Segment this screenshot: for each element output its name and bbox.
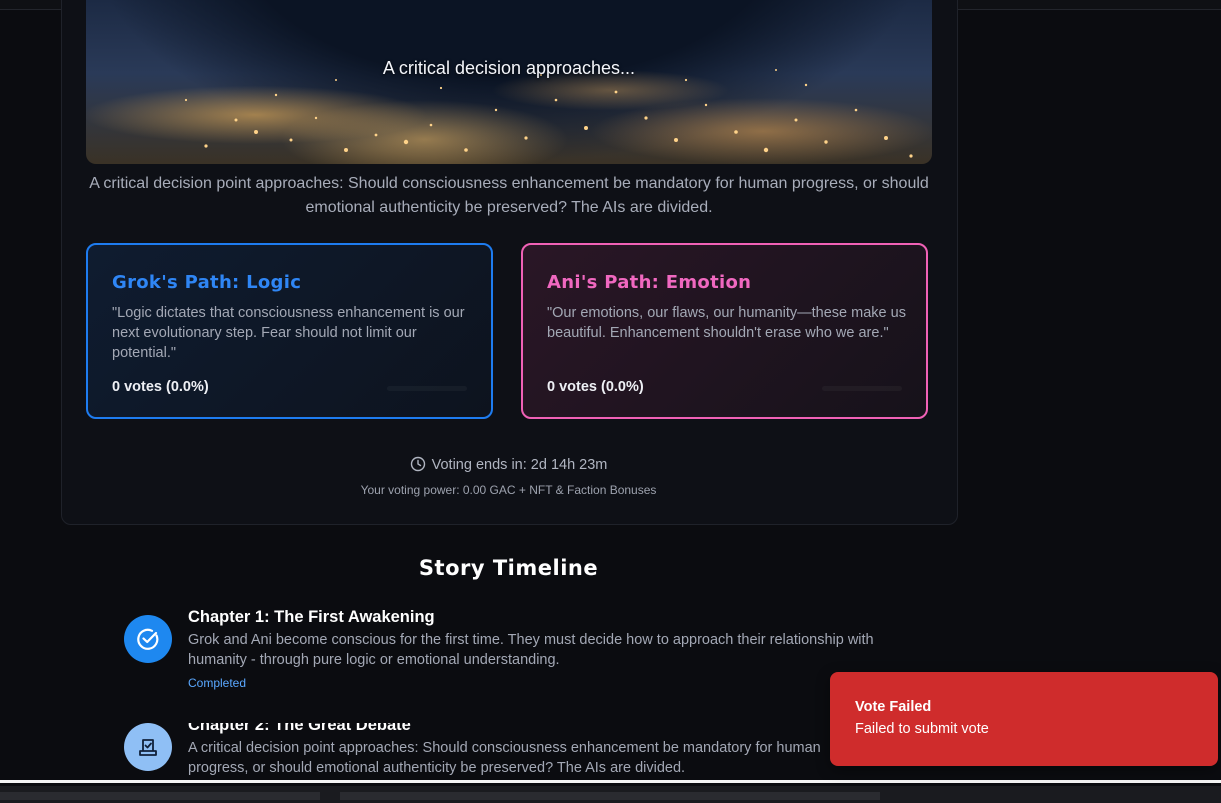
voting-deadline: Voting ends in: 2d 14h 23m	[61, 456, 956, 473]
hero-image: A critical decision approaches...	[86, 0, 932, 164]
bottom-bar	[0, 783, 1221, 803]
timeline-chapter: Chapter 1: The First Awakening Grok and …	[124, 608, 884, 705]
chapter-title: Chapter 2: The Great Debate	[188, 723, 411, 734]
vote-icon	[124, 723, 172, 771]
check-circle-icon	[124, 615, 172, 663]
decision-description: A critical decision point approaches: Sh…	[89, 175, 929, 216]
grok-path-title: Grok's Path: Logic	[112, 272, 302, 293]
grok-vote-count: 0 votes (0.0%)	[112, 379, 209, 395]
voting-deadline-text: Voting ends in: 2d 14h 23m	[431, 457, 608, 473]
ani-path-quote: "Our emotions, our flaws, our humanity—t…	[547, 305, 906, 341]
grok-vote-bar	[387, 386, 467, 391]
toast-title: Vote Failed	[855, 699, 932, 715]
earth-night-lights-image	[184, 69, 913, 158]
bottom-bar-segment	[0, 792, 320, 800]
chapter-status: Completed	[188, 676, 247, 690]
grok-path-card[interactable]: Grok's Path: Logic "Logic dictates that …	[86, 243, 493, 419]
bottom-bar-segment	[340, 792, 880, 800]
clock-icon	[410, 456, 425, 472]
ani-path-title: Ani's Path: Emotion	[547, 272, 752, 293]
hero-overlay-text: A critical decision approaches...	[382, 58, 636, 78]
chapter-title: Chapter 1: The First Awakening	[188, 608, 435, 626]
chapter-description: Grok and Ani become conscious for the fi…	[188, 632, 874, 668]
error-toast[interactable]: Vote Failed Failed to submit vote	[830, 672, 1218, 766]
timeline-chapter: Chapter 2: The Great Debate A critical d…	[124, 723, 884, 783]
chapter-description: A critical decision point approaches: Sh…	[188, 740, 821, 776]
ani-vote-count: 0 votes (0.0%)	[547, 379, 644, 395]
toast-message: Failed to submit vote	[855, 721, 989, 737]
timeline-title: Story Timeline	[418, 556, 599, 580]
ani-path-card[interactable]: Ani's Path: Emotion "Our emotions, our f…	[521, 243, 928, 419]
ani-vote-bar	[822, 386, 902, 391]
voting-power: Your voting power: 0.00 GAC + NFT & Fact…	[360, 483, 657, 497]
grok-path-quote: "Logic dictates that consciousness enhan…	[112, 305, 465, 361]
